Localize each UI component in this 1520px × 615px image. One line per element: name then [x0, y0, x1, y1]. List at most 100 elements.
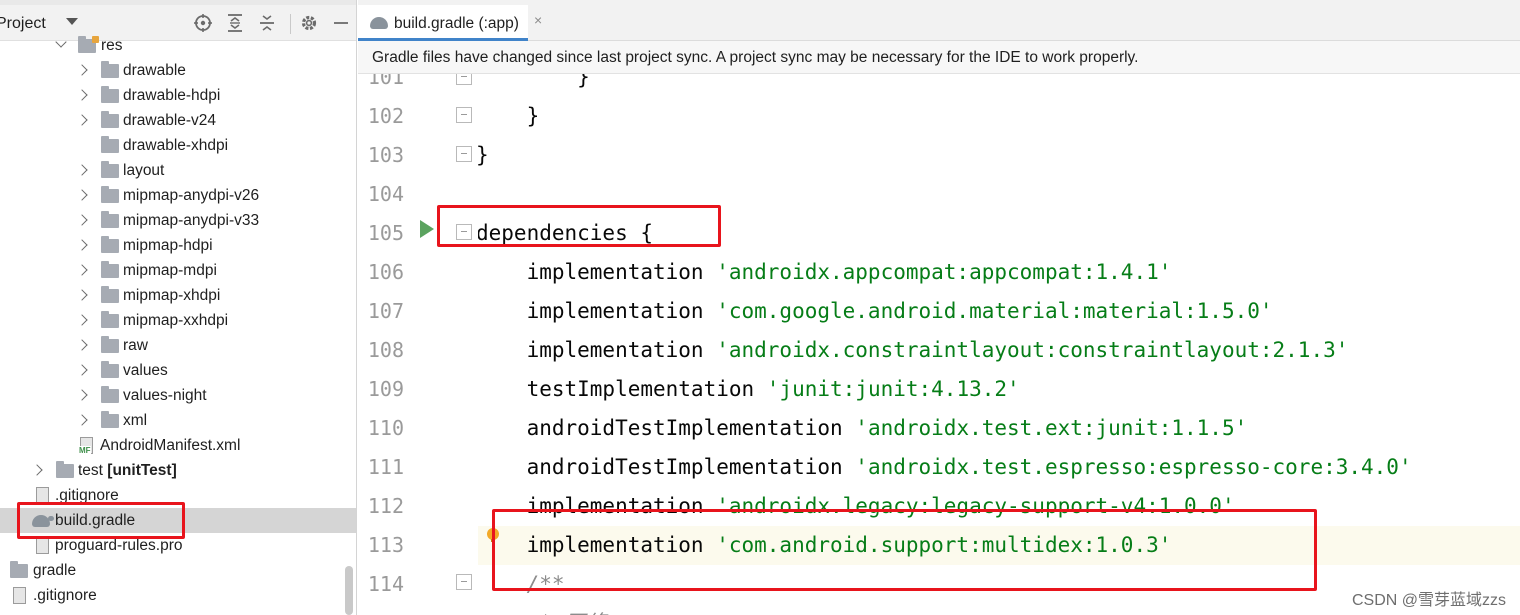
locate-icon[interactable]: [192, 12, 214, 34]
line-number: 109: [367, 377, 404, 401]
chevron-down-icon[interactable]: [55, 36, 67, 48]
tree-item-label: test [unitTest]: [78, 458, 177, 483]
file-icon: [13, 587, 26, 604]
chevron-right-icon[interactable]: [76, 289, 88, 301]
folder-icon: [56, 461, 74, 478]
project-view-title[interactable]: Project: [0, 15, 46, 33]
line-number: 104: [367, 182, 404, 206]
sync-notification-bar: Gradle files have changed since last pro…: [358, 41, 1520, 74]
tree-item-label: res: [101, 37, 123, 54]
code-line[interactable]: }: [358, 97, 1520, 136]
watermark: CSDN @雪芽蓝域zzs: [1351, 592, 1506, 609]
line-number: 102: [367, 104, 404, 128]
folder-icon: [101, 161, 119, 178]
tree-row-values-night[interactable]: values-night: [0, 383, 356, 408]
line-number: 111: [367, 455, 404, 479]
line-number: 101: [367, 74, 404, 89]
annotation-box-build-gradle: [17, 502, 185, 539]
tree-row-drawable[interactable]: drawable: [0, 58, 356, 83]
tree-row-layout[interactable]: layout: [0, 158, 356, 183]
tree-row-mipmap-xhdpi[interactable]: mipmap-xhdpi: [0, 283, 356, 308]
fold-marker-icon[interactable]: [456, 107, 472, 123]
tab-build-gradle-app[interactable]: build.gradle (:app): [358, 5, 528, 41]
tree-item-label: mipmap-anydpi-v26: [123, 187, 260, 204]
tree-item-label: xml: [123, 412, 148, 429]
tree-row-test[interactable]: test [unitTest]: [0, 458, 356, 483]
code-line[interactable]: androidTestImplementation 'androidx.test…: [358, 409, 1520, 448]
code-line[interactable]: * 网络: [358, 604, 1520, 615]
folder-icon: [101, 236, 119, 253]
chevron-right-icon[interactable]: [76, 264, 88, 276]
editor-gutter[interactable]: 101 102 103 104 105 106 107 108 109 110 …: [358, 74, 478, 615]
close-icon[interactable]: ×: [534, 12, 542, 28]
code-keyword: implementation: [476, 338, 717, 362]
folder-icon: [101, 336, 119, 353]
tree-row-xml[interactable]: xml: [0, 408, 356, 433]
code-text: androidTestImplementation 'androidx.test…: [476, 448, 1412, 487]
code-line[interactable]: implementation 'com.google.android.mater…: [358, 292, 1520, 331]
chevron-right-icon[interactable]: [76, 164, 88, 176]
code-line[interactable]: implementation 'androidx.appcompat:appco…: [358, 253, 1520, 292]
tree-row-values[interactable]: values: [0, 358, 356, 383]
code-string: 'com.google.android.material:material:1.…: [716, 299, 1273, 323]
line-number: 106: [367, 260, 404, 284]
gradle-elephant-icon: [370, 17, 388, 29]
code-text: testImplementation 'junit:junit:4.13.2': [476, 370, 1020, 409]
annotation-box-dependencies: [437, 205, 721, 247]
tree-row-gradle[interactable]: gradle: [0, 558, 356, 583]
chevron-right-icon[interactable]: [76, 389, 88, 401]
chevron-right-icon[interactable]: [76, 239, 88, 251]
code-editor: build.gradle (:app) × Gradle files have …: [358, 0, 1520, 615]
tree-row-drawable-v24[interactable]: drawable-v24: [0, 108, 356, 133]
chevron-right-icon[interactable]: [76, 339, 88, 351]
tree-item-label: raw: [123, 337, 148, 354]
line-number: 110: [367, 416, 404, 440]
chevron-right-icon[interactable]: [76, 64, 88, 76]
code-line[interactable]: implementation 'androidx.constraintlayou…: [358, 331, 1520, 370]
tree-row-mipmap-hdpi[interactable]: mipmap-hdpi: [0, 233, 356, 258]
chevron-right-icon[interactable]: [76, 214, 88, 226]
chevron-right-icon[interactable]: [76, 414, 88, 426]
code-string: 'androidx.constraintlayout:constraintlay…: [716, 338, 1349, 362]
code-line[interactable]: testImplementation 'junit:junit:4.13.2': [358, 370, 1520, 409]
run-gutter-icon[interactable]: [420, 220, 434, 238]
tree-row-mipmap-mdpi[interactable]: mipmap-mdpi: [0, 258, 356, 283]
tree-row-raw[interactable]: raw: [0, 333, 356, 358]
tree-row-mipmap-xxhdpi[interactable]: mipmap-xxhdpi: [0, 308, 356, 333]
chevron-right-icon[interactable]: [76, 89, 88, 101]
folder-icon: [101, 361, 119, 378]
line-number: 108: [367, 338, 404, 362]
tree-row-drawable-xhdpi[interactable]: drawable-xhdpi: [0, 133, 356, 158]
tree-scrollbar[interactable]: [345, 566, 353, 615]
chevron-right-icon[interactable]: [76, 189, 88, 201]
tree-item-label: mipmap-xxhdpi: [123, 312, 229, 329]
tree-row-gitignore-root[interactable]: .gitignore: [0, 583, 356, 608]
line-number: 114: [367, 572, 404, 596]
folder-icon: [101, 61, 119, 78]
code-line[interactable]: androidTestImplementation 'androidx.test…: [358, 448, 1520, 487]
code-line[interactable]: }: [358, 136, 1520, 175]
chevron-right-icon[interactable]: [76, 314, 88, 326]
code-text: implementation 'androidx.constraintlayou…: [476, 331, 1349, 370]
gear-icon[interactable]: [298, 12, 320, 34]
tree-row-mipmap-anydpi-v33[interactable]: mipmap-anydpi-v33: [0, 208, 356, 233]
line-number: 113: [367, 533, 404, 557]
tree-item-label: drawable-xhdpi: [123, 137, 229, 154]
minimize-icon[interactable]: [330, 12, 352, 34]
manifest-badge-icon: MF: [79, 446, 91, 455]
chevron-right-icon[interactable]: [76, 364, 88, 376]
code-line[interactable]: }: [358, 74, 1520, 97]
folder-icon: [101, 386, 119, 403]
expand-all-icon[interactable]: [224, 12, 246, 34]
fold-marker-icon[interactable]: [456, 574, 472, 590]
fold-marker-icon[interactable]: [456, 74, 472, 85]
fold-marker-icon[interactable]: [456, 146, 472, 162]
tree-row-res[interactable]: res: [0, 33, 356, 58]
chevron-down-icon[interactable]: [66, 18, 78, 25]
collapse-all-icon[interactable]: [256, 12, 278, 34]
chevron-right-icon[interactable]: [76, 114, 88, 126]
tree-row-android-manifest[interactable]: MF AndroidManifest.xml: [0, 433, 356, 458]
tree-row-drawable-hdpi[interactable]: drawable-hdpi: [0, 83, 356, 108]
chevron-right-icon[interactable]: [31, 464, 43, 476]
tree-row-mipmap-anydpi-v26[interactable]: mipmap-anydpi-v26: [0, 183, 356, 208]
